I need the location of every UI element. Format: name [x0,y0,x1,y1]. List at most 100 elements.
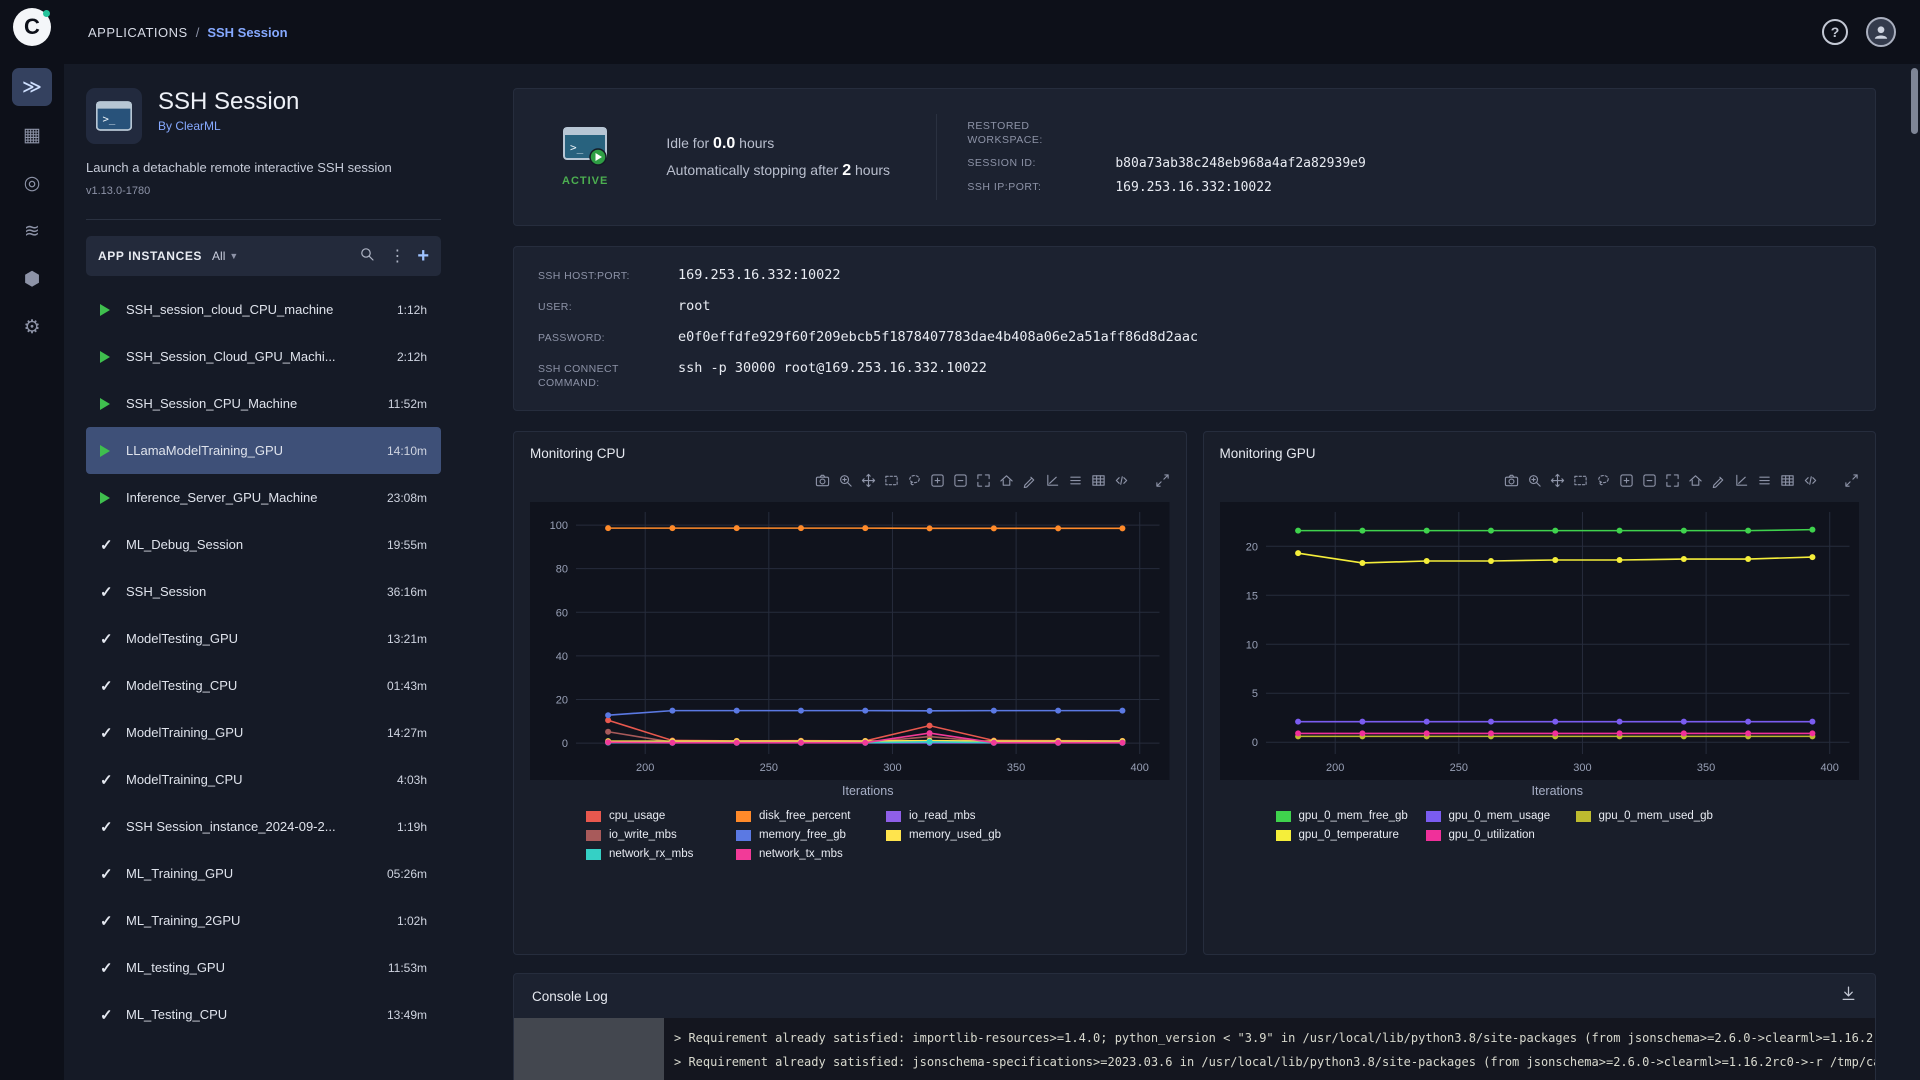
play-icon [100,445,126,457]
legend-item[interactable]: gpu_0_mem_free_gb [1276,810,1426,822]
box-select-icon[interactable] [884,473,899,488]
list-icon[interactable] [1068,473,1083,488]
legend-item[interactable]: gpu_0_temperature [1276,829,1426,841]
instance-row[interactable]: ✓ModelTraining_GPU14:27m [86,709,441,756]
table-icon[interactable] [1091,473,1106,488]
instance-row[interactable]: SSH_session_cloud_CPU_machine1:12h [86,286,441,333]
slope-icon[interactable] [1045,473,1060,488]
chevron-down-icon: ▼ [229,251,238,261]
console-lines[interactable]: > Requirement already satisfied: importl… [664,1018,1875,1080]
nav-pipelines-icon[interactable]: ⬢ [12,260,52,298]
autostop-prefix: Automatically stopping after [666,162,842,178]
instance-row[interactable]: ✓ML_Training_GPU05:26m [86,850,441,897]
instance-row[interactable]: SSH_Session_Cloud_GPU_Machi...2:12h [86,333,441,380]
breadcrumb-root[interactable]: APPLICATIONS [88,25,188,40]
legend-item[interactable]: cpu_usage [586,810,736,822]
code-icon[interactable] [1803,473,1818,488]
search-icon[interactable] [357,246,377,267]
nav-applications-icon[interactable]: ≫ [12,68,52,106]
clearml-logo-icon[interactable]: C [13,8,51,46]
list-icon[interactable] [1757,473,1772,488]
pan-icon[interactable] [861,473,876,488]
legend-item[interactable]: gpu_0_mem_used_gb [1576,810,1726,822]
draw-icon[interactable] [1711,473,1726,488]
instance-row[interactable]: ✓ModelTraining_CPU4:03h [86,756,441,803]
legend-item[interactable]: network_tx_mbs [736,848,886,860]
autoscale-icon[interactable] [976,473,991,488]
instance-row[interactable]: ✓ML_Training_2GPU1:02h [86,897,441,944]
status-field-value: b80a73ab38c248eb968a4af2a82939e9 [1115,156,1365,171]
detail-value[interactable]: ssh -p 30000 root@169.253.16.332.10022 [678,360,987,390]
zoom-icon[interactable] [838,473,853,488]
chart-plot-area[interactable]: 05101520200250300350400 [1220,502,1860,780]
legend-item[interactable]: memory_used_gb [886,829,1036,841]
page-scrollbar[interactable] [1911,68,1918,134]
app-byline[interactable]: By ClearML [158,119,299,133]
autoscale-icon[interactable] [1665,473,1680,488]
check-glyph: ✓ [100,583,113,601]
download-log-icon[interactable] [1840,985,1857,1007]
maximize-icon[interactable] [1155,473,1170,488]
zoom-in-icon[interactable] [930,473,945,488]
nav-queues-icon[interactable]: ⚙ [12,308,52,346]
chart-plot-area[interactable]: 020406080100200250300350400 [530,502,1170,780]
code-icon[interactable] [1114,473,1129,488]
nav-datasets-icon[interactable]: ≋ [12,212,52,250]
detail-value[interactable]: e0f0effdfe929f60f209ebcb5f1878407783dae4… [678,329,1198,345]
reset-axes-icon[interactable] [999,473,1014,488]
instance-name: LLamaModelTraining_GPU [126,443,283,458]
instance-row[interactable]: LLamaModelTraining_GPU14:10m [86,427,441,474]
instance-row[interactable]: Inference_Server_GPU_Machine23:08m [86,474,441,521]
zoom-in-icon[interactable] [1619,473,1634,488]
instance-row[interactable]: ✓SSH Session_instance_2024-09-2...1:19h [86,803,441,850]
instance-row[interactable]: ✓ML_Debug_Session19:55m [86,521,441,568]
table-icon[interactable] [1780,473,1795,488]
svg-text:20: 20 [556,694,568,706]
slope-icon[interactable] [1734,473,1749,488]
play-icon [100,351,126,363]
kebab-menu-icon[interactable]: ⋮ [387,246,407,266]
detail-value[interactable]: root [678,298,711,314]
zoom-out-icon[interactable] [953,473,968,488]
add-instance-button[interactable]: + [417,245,429,268]
maximize-icon[interactable] [1844,473,1859,488]
legend-label: io_read_mbs [909,810,975,822]
nav-workers-icon[interactable]: ◎ [12,164,52,202]
legend-item[interactable]: io_read_mbs [886,810,1036,822]
lasso-select-icon[interactable] [1596,473,1611,488]
instance-row[interactable]: ✓ModelTesting_GPU13:21m [86,615,441,662]
pan-icon[interactable] [1550,473,1565,488]
instance-row[interactable]: ✓ML_testing_GPU11:53m [86,944,441,991]
lasso-select-icon[interactable] [907,473,922,488]
instance-name: SSH Session_instance_2024-09-2... [126,819,336,834]
legend-item[interactable]: disk_free_percent [736,810,886,822]
user-avatar[interactable] [1866,17,1896,47]
instances-filter-dropdown[interactable]: All ▼ [212,249,238,263]
instance-row[interactable]: ✓SSH_Session36:16m [86,568,441,615]
chart-title: Monitoring GPU [1220,446,1860,461]
instance-row[interactable]: ✓ModelTesting_CPU01:43m [86,662,441,709]
zoom-out-icon[interactable] [1642,473,1657,488]
legend-label: io_write_mbs [609,829,677,841]
help-icon[interactable]: ? [1822,19,1848,45]
nav-projects-icon[interactable]: ▦ [12,116,52,154]
instance-elapsed-time: 23:08m [377,491,427,505]
camera-icon[interactable] [815,473,830,488]
camera-icon[interactable] [1504,473,1519,488]
box-select-icon[interactable] [1573,473,1588,488]
legend-item[interactable]: gpu_0_mem_usage [1426,810,1576,822]
instance-elapsed-time: 2:12h [387,350,427,364]
console-side-panel[interactable] [514,1018,664,1080]
legend-item[interactable]: network_rx_mbs [586,848,736,860]
instance-row[interactable]: SSH_Session_CPU_Machine11:52m [86,380,441,427]
play-triangle [100,351,110,363]
legend-item[interactable]: io_write_mbs [586,829,736,841]
legend-item[interactable]: gpu_0_utilization [1426,829,1576,841]
instances-header: APP INSTANCES [98,249,202,263]
draw-icon[interactable] [1022,473,1037,488]
instance-row[interactable]: ✓ML_Testing_CPU13:49m [86,991,441,1038]
detail-value[interactable]: 169.253.16.332:10022 [678,267,841,283]
reset-axes-icon[interactable] [1688,473,1703,488]
zoom-icon[interactable] [1527,473,1542,488]
legend-item[interactable]: memory_free_gb [736,829,886,841]
